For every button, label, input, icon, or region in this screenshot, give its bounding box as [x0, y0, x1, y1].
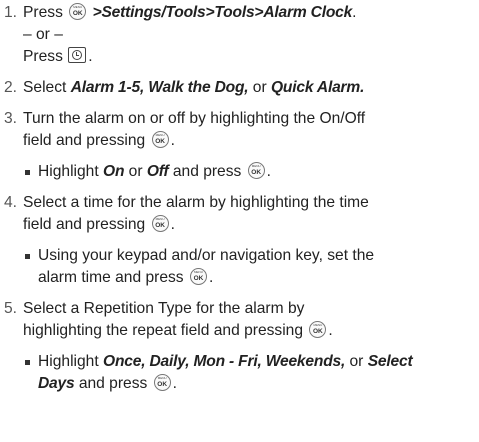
or-separator: – or –: [23, 26, 63, 43]
step-text: Press: [23, 4, 63, 21]
step-5-bullet: Highlight Once, Daily, Mon - Fri, Weeken…: [0, 351, 479, 395]
menu-path: >Settings/Tools>Tools>Alarm Clock: [92, 4, 353, 21]
clock-key-icon: [68, 47, 87, 63]
menu-ok-key-icon: MENU OK: [247, 162, 265, 179]
step-3: 3. Turn the alarm on or off by highlight…: [4, 110, 366, 149]
step-number: 2.: [4, 79, 18, 96]
step-number: 1.: [4, 4, 18, 21]
step-5: 5. Select a Repetition Type for the alar…: [4, 300, 333, 339]
menu-ok-key-icon: MENU OK: [151, 131, 169, 148]
step-4-bullet: Using your keypad and/or navigation key,…: [0, 245, 479, 289]
repeat-options: Once, Daily, Mon - Fri, Weekends,: [103, 353, 346, 370]
step-number: 4.: [4, 194, 18, 211]
step-text: Press: [23, 48, 63, 65]
step-2: 2. Select Alarm 1-5, Walk the Dog, or Qu…: [0, 77, 479, 99]
alarm-options: Alarm 1-5, Walk the Dog,: [70, 79, 249, 96]
step-3-bullet: Highlight On or Off and press MENU OK.: [0, 161, 479, 183]
menu-ok-key-icon: MENU OK: [153, 374, 171, 391]
step-1: 1. Press MENU OK >Settings/Tools>Tools>Al…: [0, 2, 479, 68]
menu-ok-key-icon: MENU OK: [189, 268, 207, 285]
step-number: 3.: [4, 110, 18, 127]
bullet-icon: [25, 360, 30, 365]
step-number: 5.: [4, 300, 18, 317]
instructions: 1. Press MENU OK >Settings/Tools>Tools>Al…: [0, 2, 479, 395]
step-4: 4. Select a time for the alarm by highli…: [4, 194, 369, 233]
quick-alarm-option: Quick Alarm.: [271, 79, 365, 96]
bullet-icon: [25, 170, 30, 175]
menu-ok-key-icon: MENU OK: [69, 3, 87, 20]
bullet-icon: [25, 254, 30, 259]
menu-ok-key-icon: MENU OK: [309, 321, 327, 338]
menu-ok-key-icon: MENU OK: [151, 215, 169, 232]
